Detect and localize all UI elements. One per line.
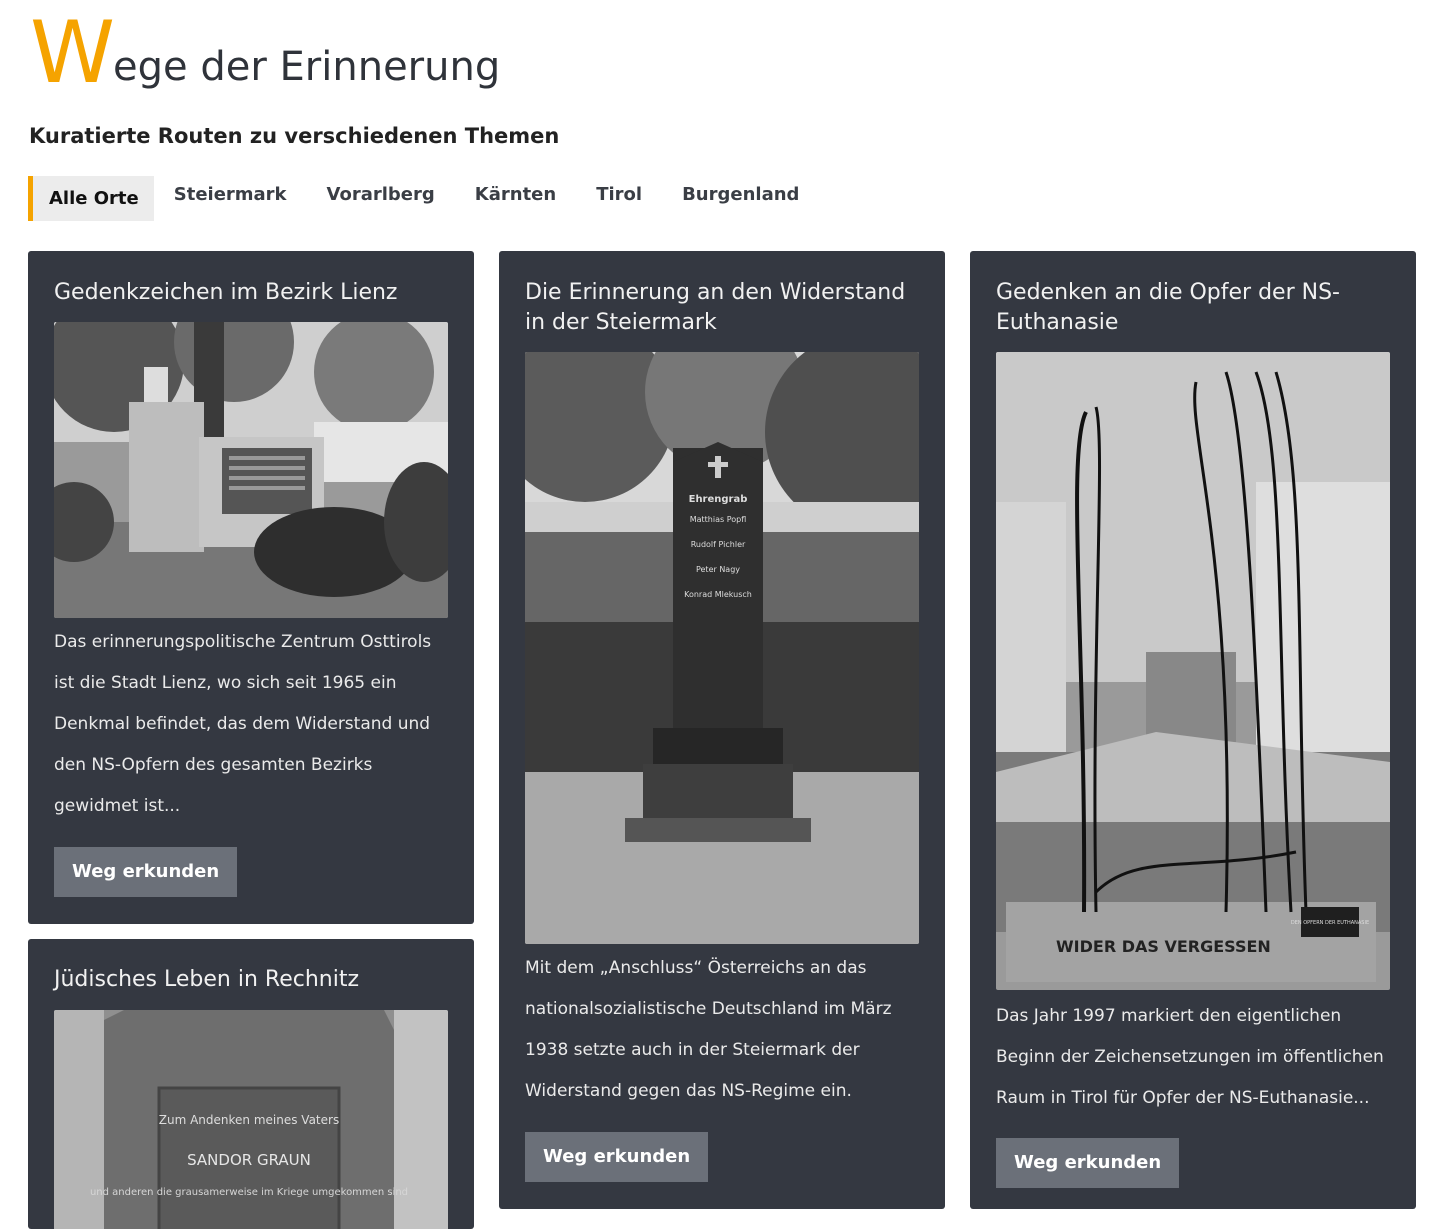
- inscription-wider-das-vergessen: WIDER DAS VERGESSEN: [1056, 937, 1271, 956]
- ehrengrab-photo[interactable]: Ehrengrab Matthias Popfl Rudolf Pichler …: [525, 352, 919, 944]
- filter-tab-vorarlberg[interactable]: Vorarlberg: [307, 176, 455, 221]
- explore-route-button[interactable]: Weg erkunden: [996, 1138, 1180, 1188]
- route-card-steiermark: Die Erinnerung an den Widerstand in der …: [499, 251, 945, 1209]
- explore-route-button[interactable]: Weg erkunden: [54, 847, 238, 897]
- inscription-name-1: Matthias Popfl: [690, 515, 747, 524]
- rechnitz-gravestone-photo[interactable]: Zum Andenken meines Vaters SANDOR GRAUN …: [54, 1010, 448, 1229]
- filter-tab-kaernten[interactable]: Kärnten: [455, 176, 576, 221]
- card-description: Das erinnerungspolitische Zentrum Osttir…: [54, 632, 432, 816]
- route-card-rechnitz: Jüdisches Leben in Rechnitz Zum Andenken…: [28, 939, 474, 1229]
- region-filter-tabs: Alle Orte Steiermark Vorarlberg Kärnten …: [28, 176, 819, 221]
- euthanasie-memorial-photo[interactable]: WIDER DAS VERGESSEN DEN OPFERN DER EUTHA…: [996, 352, 1390, 990]
- card-title: Gedenken an die Opfer der NS-Euthanasie: [996, 280, 1340, 335]
- filter-tab-burgenland[interactable]: Burgenland: [662, 176, 819, 221]
- page-subtitle: Kuratierte Routen zu verschiedenen Theme…: [29, 124, 560, 148]
- inscription-line-2: SANDOR GRAUN: [187, 1151, 311, 1169]
- inscription-name-3: Peter Nagy: [696, 565, 740, 574]
- card-title: Die Erinnerung an den Widerstand in der …: [525, 280, 906, 335]
- filter-tab-tirol[interactable]: Tirol: [576, 176, 662, 221]
- route-card-lienz: Gedenkzeichen im Bezirk Lienz Das erinne…: [28, 251, 474, 924]
- route-card-euthanasie: Gedenken an die Opfer der NS-Euthanasie …: [970, 251, 1416, 1209]
- inscription-name-4: Konrad Mlekusch: [684, 590, 752, 599]
- inscription-name-2: Rudolf Pichler: [691, 540, 746, 549]
- site-title-initial: W: [30, 3, 115, 103]
- inscription-line-1: Zum Andenken meines Vaters: [159, 1113, 339, 1127]
- explore-route-button[interactable]: Weg erkunden: [525, 1132, 709, 1182]
- card-description: Mit dem „Anschluss“ Österreichs an das n…: [525, 958, 892, 1101]
- site-title: Wege der Erinnerung: [30, 8, 500, 98]
- card-title: Gedenkzeichen im Bezirk Lienz: [54, 280, 398, 305]
- filter-tab-alle-orte[interactable]: Alle Orte: [28, 176, 154, 221]
- inscription-title: Ehrengrab: [689, 494, 748, 505]
- filter-tab-steiermark[interactable]: Steiermark: [154, 176, 307, 221]
- card-title: Jüdisches Leben in Rechnitz: [54, 967, 359, 992]
- inscription-line-3: und anderen die grausamerweise im Kriege…: [90, 1187, 408, 1198]
- inscription-den-opfern: DEN OPFERN DER EUTHANASIE: [1291, 920, 1369, 926]
- memorial-lienz-photo[interactable]: [54, 322, 448, 618]
- site-title-rest: ege der Erinnerung: [113, 44, 501, 90]
- card-description: Das Jahr 1997 markiert den eigentlichen …: [996, 1006, 1384, 1108]
